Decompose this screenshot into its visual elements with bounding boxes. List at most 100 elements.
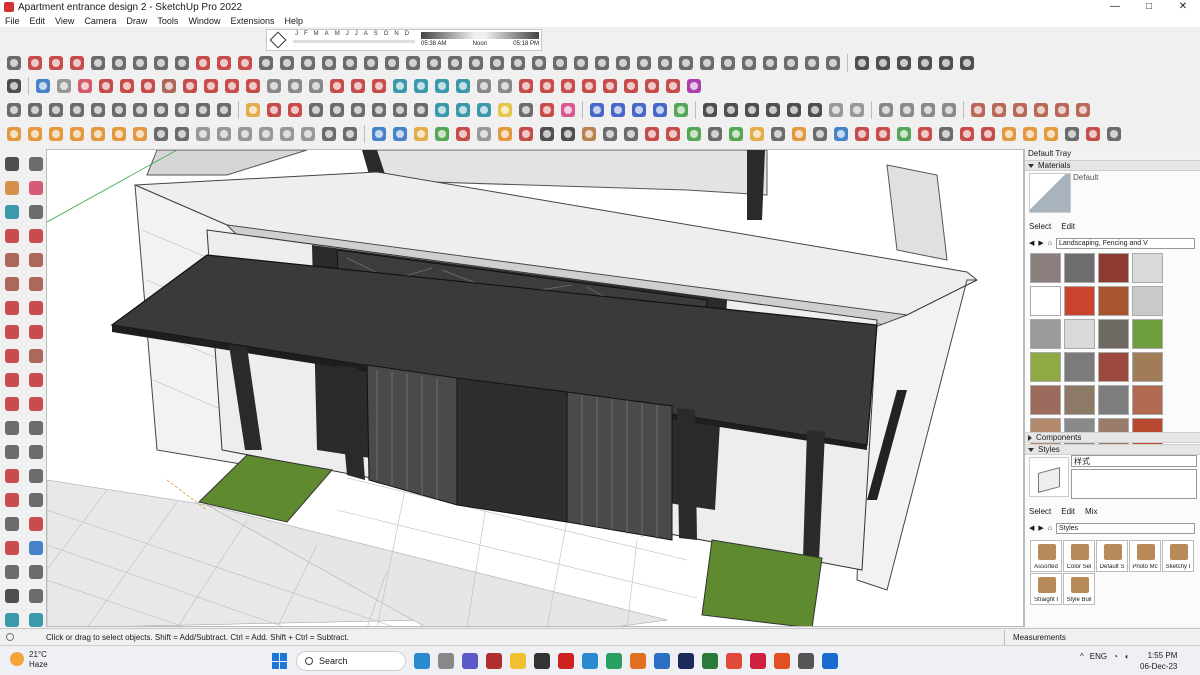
- tool-icon[interactable]: [4, 124, 24, 144]
- menu-edit[interactable]: Edit: [25, 16, 51, 26]
- section-plane-icon[interactable]: [2, 610, 22, 630]
- file-explorer-icon[interactable]: [510, 653, 526, 669]
- material-swatch[interactable]: [1064, 385, 1095, 415]
- tool-icon[interactable]: [718, 53, 738, 73]
- tool-icon[interactable]: [897, 100, 917, 120]
- material-swatch[interactable]: [1098, 385, 1129, 415]
- tool-icon[interactable]: [340, 53, 360, 73]
- tool-icon[interactable]: [369, 124, 389, 144]
- style-folder-item[interactable]: Style Buil: [1063, 573, 1095, 605]
- tool-icon[interactable]: [222, 76, 242, 96]
- tool-icon[interactable]: [805, 100, 825, 120]
- tool-icon[interactable]: [411, 76, 431, 96]
- month-slider[interactable]: [293, 40, 415, 43]
- task-view-icon[interactable]: [438, 653, 454, 669]
- tool-icon[interactable]: [721, 100, 741, 120]
- tool-icon[interactable]: [571, 53, 591, 73]
- home-icon[interactable]: [852, 53, 872, 73]
- tool-icon[interactable]: [4, 53, 24, 73]
- tool-icon[interactable]: [600, 124, 620, 144]
- sketchup-taskbar-icon[interactable]: [822, 653, 838, 669]
- style-folder-item[interactable]: Straight I: [1030, 573, 1062, 605]
- scale-icon[interactable]: [2, 394, 22, 414]
- tool-icon[interactable]: [67, 53, 87, 73]
- tool-icon[interactable]: [915, 124, 935, 144]
- tool-icon[interactable]: [88, 53, 108, 73]
- zoom-extents-icon[interactable]: [2, 538, 22, 558]
- tool-icon[interactable]: [487, 53, 507, 73]
- windows-start-icon[interactable]: [272, 653, 288, 669]
- tool-icon[interactable]: [826, 100, 846, 120]
- tool-icon[interactable]: [243, 76, 263, 96]
- tool-icon[interactable]: [768, 124, 788, 144]
- tool-icon[interactable]: [2, 202, 22, 222]
- tool-icon[interactable]: [697, 53, 717, 73]
- tool-icon[interactable]: [763, 100, 783, 120]
- tool-icon[interactable]: [25, 53, 45, 73]
- tool-icon[interactable]: [495, 100, 515, 120]
- tool-icon[interactable]: [306, 100, 326, 120]
- tool-icon[interactable]: [642, 124, 662, 144]
- follow-me-icon[interactable]: [26, 370, 46, 390]
- tool-icon[interactable]: [432, 100, 452, 120]
- material-swatch[interactable]: [1064, 253, 1095, 283]
- tool-icon[interactable]: [285, 100, 305, 120]
- tool-icon[interactable]: [802, 53, 822, 73]
- tool-icon[interactable]: [726, 124, 746, 144]
- tool-icon[interactable]: [327, 76, 347, 96]
- polygon-icon[interactable]: [26, 274, 46, 294]
- tool-icon[interactable]: [109, 100, 129, 120]
- tool-icon[interactable]: [663, 76, 683, 96]
- tool-icon[interactable]: [537, 100, 557, 120]
- components-panel-header[interactable]: Components: [1025, 432, 1200, 443]
- home-icon[interactable]: [957, 53, 977, 73]
- tool-icon[interactable]: [474, 100, 494, 120]
- tool-icon[interactable]: [340, 124, 360, 144]
- tool-icon[interactable]: [1083, 124, 1103, 144]
- tool-icon[interactable]: [390, 76, 410, 96]
- tool-icon[interactable]: [277, 53, 297, 73]
- tool-icon[interactable]: [642, 76, 662, 96]
- materials-panel-header[interactable]: Materials: [1025, 160, 1200, 171]
- look-around-icon[interactable]: [26, 562, 46, 582]
- app-icon[interactable]: [702, 653, 718, 669]
- style-description-field[interactable]: [1071, 469, 1197, 499]
- tool-icon[interactable]: [264, 76, 284, 96]
- tool-icon[interactable]: [243, 100, 263, 120]
- menu-extensions[interactable]: Extensions: [225, 16, 279, 26]
- tool-icon[interactable]: [600, 76, 620, 96]
- tool-icon[interactable]: [579, 124, 599, 144]
- tool-icon[interactable]: [298, 53, 318, 73]
- tool-icon[interactable]: [390, 100, 410, 120]
- app-icon[interactable]: [798, 653, 814, 669]
- tool-icon[interactable]: [613, 53, 633, 73]
- orbit-icon[interactable]: [2, 490, 22, 510]
- material-swatch[interactable]: [1132, 319, 1163, 349]
- tool-icon[interactable]: [193, 53, 213, 73]
- tool-icon[interactable]: [537, 76, 557, 96]
- tool-icon[interactable]: [684, 76, 704, 96]
- tool-icon[interactable]: [873, 124, 893, 144]
- tool-icon[interactable]: [939, 100, 959, 120]
- tool-icon[interactable]: [306, 76, 326, 96]
- tool-icon[interactable]: [989, 100, 1009, 120]
- arc-3-icon[interactable]: [2, 322, 22, 342]
- tool-icon[interactable]: [130, 124, 150, 144]
- info-icon[interactable]: [6, 633, 14, 641]
- tool-icon[interactable]: [432, 76, 452, 96]
- material-swatch[interactable]: [1098, 352, 1129, 382]
- weather-widget[interactable]: 21°C Haze: [10, 650, 48, 670]
- model-viewport[interactable]: [46, 149, 1024, 627]
- tool-icon[interactable]: [1020, 124, 1040, 144]
- tool-icon[interactable]: [453, 76, 473, 96]
- zoom-window-icon[interactable]: [26, 514, 46, 534]
- tool-icon[interactable]: [587, 100, 607, 120]
- line-icon[interactable]: [2, 226, 22, 246]
- material-swatch[interactable]: [1064, 286, 1095, 316]
- tool-icon[interactable]: [151, 124, 171, 144]
- materials-library-select[interactable]: Landscaping, Fencing and V: [1056, 237, 1195, 249]
- app-icon[interactable]: [486, 653, 502, 669]
- tool-icon[interactable]: [411, 100, 431, 120]
- tool-icon[interactable]: [655, 53, 675, 73]
- tool-icon[interactable]: [789, 124, 809, 144]
